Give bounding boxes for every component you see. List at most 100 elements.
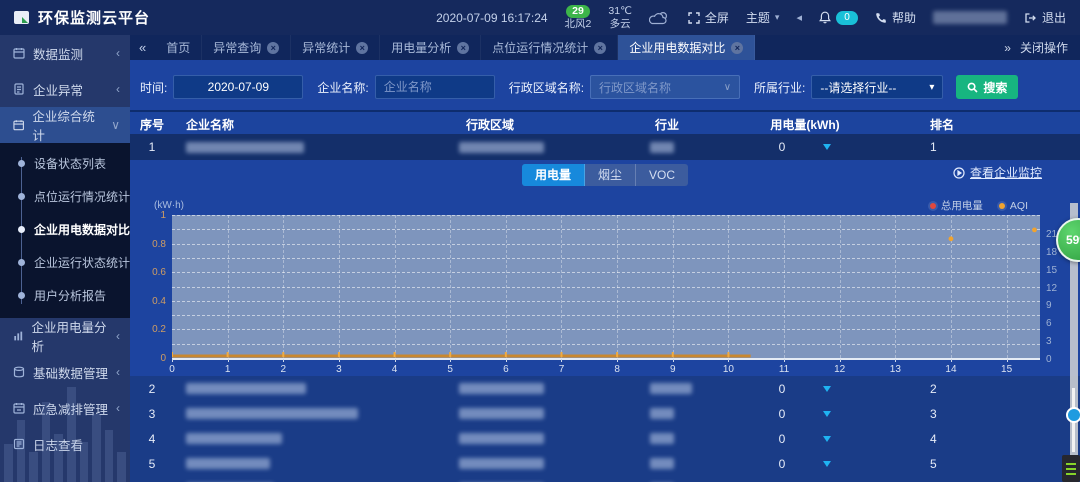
sidebar-item-enterprise-stats[interactable]: 企业综合统计 ∨ <box>0 107 130 143</box>
tab-home[interactable]: 首页 <box>155 35 202 60</box>
sidebar-subitem-point-run-stats[interactable]: 点位运行情况统计 <box>0 180 130 213</box>
tab-close-icon[interactable]: × <box>594 42 606 54</box>
floating-mini-widget[interactable] <box>1062 455 1080 482</box>
redacted-company <box>186 142 304 153</box>
username-redacted[interactable] <box>933 11 1007 24</box>
redacted-district <box>459 408 544 419</box>
chart-tab-group: 用电量 烟尘 VOC <box>130 164 1080 186</box>
page-tab-bar: « 首页 异常查询× 异常统计× 用电量分析× 点位运行情况统计× 企业用电数据… <box>130 35 1080 60</box>
sidebar-subitem-run-status-stats[interactable]: 企业运行状态统计 <box>0 246 130 279</box>
sort-down-icon[interactable] <box>823 461 831 467</box>
sidebar-item-data-monitor[interactable]: 数据监测 ‹ <box>0 35 130 71</box>
chart-ytickR: 6 <box>1046 318 1052 329</box>
redacted-industry <box>650 408 674 419</box>
tab-close-icon[interactable]: × <box>731 42 743 54</box>
chart-xtick: 4 <box>392 364 398 375</box>
sidebar-item-emergency[interactable]: 应急减排管理 ‹ <box>0 390 130 426</box>
sort-down-icon[interactable] <box>823 386 831 392</box>
redacted-district <box>459 433 544 444</box>
help-button[interactable]: 帮助 <box>875 9 916 26</box>
phone-icon <box>875 12 887 24</box>
company-name-input[interactable] <box>375 75 495 99</box>
sidebar-subitem-device-status[interactable]: 设备状态列表 <box>0 147 130 180</box>
tab-power-usage-analysis[interactable]: 用电量分析× <box>380 35 481 60</box>
chart-xtick: 9 <box>670 364 676 375</box>
chart-xtick: 0 <box>169 364 175 375</box>
collapse-left-icon[interactable]: ◂ <box>796 11 802 24</box>
tabs-scroll-left-icon[interactable]: « <box>130 40 155 55</box>
view-monitor-link[interactable]: 查看企业监控 <box>953 164 1042 181</box>
main-content: 时间: 2020-07-09 企业名称: 行政区域名称: 行政区域名称 ∨ 所属… <box>130 60 1080 482</box>
legend-item-aqi[interactable]: AQI <box>999 200 1028 212</box>
logout-button[interactable]: 退出 <box>1024 9 1066 26</box>
col-header-rank: 排名 <box>905 116 1080 133</box>
app-window: 环保监测云平台 2020-07-09 16:17:24 29 北风2 31℃ 多… <box>0 0 1080 482</box>
table-row[interactable]: 3 0 3 <box>130 401 1080 427</box>
chart-canvas <box>172 215 1040 358</box>
company-label: 企业名称: <box>317 79 368 96</box>
sidebar-item-power-analysis[interactable]: 企业用电量分析 ‹ <box>0 318 130 354</box>
table-row[interactable]: 5 0 5 <box>130 451 1080 477</box>
sidebar-item-base-data[interactable]: 基础数据管理 ‹ <box>0 354 130 390</box>
industry-select[interactable]: --请选择行业-- ▾ <box>811 75 943 99</box>
theme-dropdown[interactable]: 主题▾ <box>746 9 780 26</box>
col-header-usage: 用电量(kWh) <box>705 116 905 133</box>
chart-ytickR: 18 <box>1046 247 1057 258</box>
chart-tab-smoke[interactable]: 烟尘 <box>585 164 636 186</box>
redacted-district <box>459 383 544 394</box>
table-row[interactable]: 4 0 4 <box>130 426 1080 452</box>
search-icon <box>967 82 978 93</box>
timeline-dot-icon <box>18 160 25 167</box>
tab-close-icon[interactable]: × <box>457 42 469 54</box>
tab-abnormal-query[interactable]: 异常查询× <box>202 35 291 60</box>
redacted-company <box>186 383 306 394</box>
tab-power-compare-active[interactable]: 企业用电数据对比× <box>618 35 755 60</box>
tab-close-icon[interactable]: × <box>356 42 368 54</box>
slider-thumb[interactable] <box>1066 407 1080 423</box>
chart-ytickL: 1 <box>160 210 166 221</box>
topbar-right-group: 2020-07-09 16:17:24 29 北风2 31℃ 多云 全屏 <box>436 5 1080 29</box>
sidebar-nav: 数据监测 ‹ 企业异常 ‹ 企业综合统计 ∨ 设备状态列表 点位 <box>0 35 130 482</box>
table-row[interactable]: 6 0 6 <box>130 476 1080 482</box>
redacted-company <box>186 408 358 419</box>
chart-legend: 总用电量 AQI <box>930 198 1028 213</box>
caret-down-icon: ▾ <box>929 82 934 93</box>
stats-icon <box>13 119 24 131</box>
chart-ytickR: 12 <box>1046 283 1057 294</box>
fullscreen-button[interactable]: 全屏 <box>688 9 729 26</box>
tab-point-run-stats[interactable]: 点位运行情况统计× <box>481 35 618 60</box>
industry-label: 所属行业: <box>754 79 805 96</box>
tabs-scroll-right-icon[interactable]: » <box>1004 41 1011 55</box>
search-button[interactable]: 搜索 <box>956 75 1018 99</box>
chart-xtick: 2 <box>281 364 287 375</box>
sort-down-icon[interactable] <box>823 436 831 442</box>
sidebar-item-enterprise-abnormal[interactable]: 企业异常 ‹ <box>0 71 130 107</box>
filter-bar: 时间: 2020-07-09 企业名称: 行政区域名称: 行政区域名称 ∨ 所属… <box>140 74 1076 100</box>
chart-plot[interactable] <box>172 215 1040 360</box>
notifications-button[interactable]: 0 <box>819 11 858 25</box>
col-header-district: 行政区域 <box>451 116 640 133</box>
sort-down-icon[interactable] <box>823 144 831 150</box>
sidebar-subitem-power-compare[interactable]: 企业用电数据对比 <box>0 213 130 246</box>
sidebar-item-log-view[interactable]: 日志查看 <box>0 426 130 462</box>
chart-tab-power[interactable]: 用电量 <box>522 164 585 186</box>
chart-ytickR: 3 <box>1046 336 1052 347</box>
region-select[interactable]: 行政区域名称 ∨ <box>590 75 740 99</box>
report-icon <box>13 83 25 95</box>
table-row[interactable]: 1 0 1 <box>130 134 1080 160</box>
date-picker-input[interactable]: 2020-07-09 <box>173 75 303 99</box>
redacted-company <box>186 433 282 444</box>
sort-down-icon[interactable] <box>823 411 831 417</box>
tab-close-icon[interactable]: × <box>267 42 279 54</box>
chart-tab-voc[interactable]: VOC <box>636 164 688 186</box>
chart-xtick: 7 <box>559 364 565 375</box>
close-operations-button[interactable]: » 关闭操作 <box>1004 39 1080 56</box>
chart-xtick: 15 <box>1001 364 1012 375</box>
sidebar-subitem-user-report[interactable]: 用户分析报告 <box>0 279 130 312</box>
redacted-industry <box>650 383 692 394</box>
chart-xtick: 10 <box>723 364 734 375</box>
timeline-dot-icon <box>18 226 25 233</box>
table-row[interactable]: 2 0 2 <box>130 376 1080 402</box>
tab-abnormal-stats[interactable]: 异常统计× <box>291 35 380 60</box>
legend-item-usage[interactable]: 总用电量 <box>930 198 983 213</box>
